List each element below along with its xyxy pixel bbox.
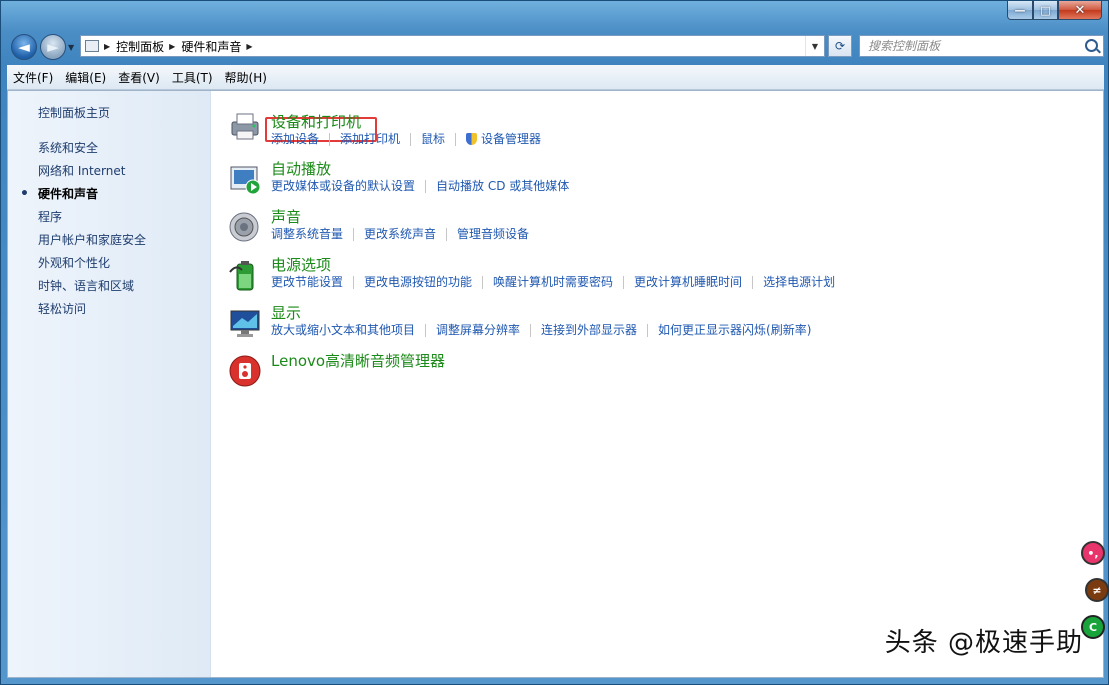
link-change-sounds[interactable]: 更改系统声音 [353,228,446,241]
address-dropdown-icon[interactable]: ▼ [805,36,824,56]
sidebar-item-network[interactable]: 网络和 Internet [38,160,146,183]
sidebar-item-hardware-sound[interactable]: 硬件和声音 [20,183,146,206]
monitor-icon[interactable] [228,306,262,340]
refresh-button[interactable]: ⟳ [828,35,852,57]
uac-shield-icon [466,133,478,145]
breadcrumb-arrow-icon[interactable]: ▶ [246,42,252,51]
category-links: 放大或缩小文本和其他项目 调整屏幕分辨率 连接到外部显示器 如何更正显示器闪烁(… [271,324,821,337]
category-links: 更改媒体或设备的默认设置 自动播放 CD 或其他媒体 [271,180,579,193]
category-title-sound[interactable]: 声音 [271,206,301,227]
link-device-manager-label[interactable]: 设备管理器 [481,132,541,146]
search-icon[interactable] [1085,39,1098,52]
search-box[interactable] [859,35,1104,57]
link-screen-resolution[interactable]: 调整屏幕分辨率 [425,324,530,337]
link-power-saving[interactable]: 更改节能设置 [271,276,353,289]
category-title-display[interactable]: 显示 [271,302,301,323]
link-device-manager[interactable]: 设备管理器 [455,133,551,146]
category-title-power-options[interactable]: 电源选项 [271,254,331,275]
minimize-button[interactable]: — [1007,1,1033,20]
link-refresh-rate[interactable]: 如何更正显示器闪烁(刷新率) [647,324,821,337]
breadcrumb-arrow-icon[interactable]: ▶ [169,42,175,51]
battery-icon[interactable] [228,258,262,292]
category-title-autoplay[interactable]: 自动播放 [271,158,331,179]
floating-button[interactable]: ≠ [1085,578,1109,602]
close-button[interactable]: ✕ [1058,1,1102,20]
control-panel-window: — □ ✕ ◄ ► ▼ ▶ 控制面板 ▶ 硬件和声音 ▶ ▼ ⟳ 文件(F) 编… [0,0,1109,685]
link-wake-password[interactable]: 唤醒计算机时需要密码 [482,276,623,289]
back-button[interactable]: ◄ [11,34,37,60]
category-links: 添加设备 添加打印机 鼠标 设备管理器 [271,133,551,146]
maximize-button[interactable]: □ [1033,1,1058,20]
autoplay-icon[interactable] [228,162,262,196]
menu-file[interactable]: 文件(F) [7,69,59,86]
watermark: 头条 @极速手助 [884,628,1083,658]
search-input[interactable] [866,38,1080,54]
category-title-lenovo-audio[interactable]: Lenovo高清晰音频管理器 [271,350,445,371]
breadcrumb-control-panel[interactable]: 控制面板 [116,38,164,55]
control-panel-icon [85,40,99,52]
category-links: 更改节能设置 更改电源按钮的功能 唤醒计算机时需要密码 更改计算机睡眠时间 选择… [271,276,845,289]
link-power-button[interactable]: 更改电源按钮的功能 [353,276,482,289]
link-manage-audio-devices[interactable]: 管理音频设备 [446,228,539,241]
link-power-plan[interactable]: 选择电源计划 [752,276,845,289]
menu-edit[interactable]: 编辑(E) [59,69,112,86]
audio-manager-icon[interactable] [228,354,262,388]
link-mouse[interactable]: 鼠标 [410,133,455,146]
link-add-printer[interactable]: 添加打印机 [329,133,410,146]
sidebar-item-programs[interactable]: 程序 [38,206,146,229]
speaker-icon[interactable] [228,210,262,244]
content-pane: 控制面板主页 系统和安全 网络和 Internet 硬件和声音 程序 用户帐户和… [7,90,1109,678]
menu-tools[interactable]: 工具(T) [166,69,219,86]
category-title-devices-printers[interactable]: 设备和打印机 [271,111,361,132]
category-links: 调整系统音量 更改系统声音 管理音频设备 [271,228,539,241]
sidebar-item-user-accounts[interactable]: 用户帐户和家庭安全 [38,229,146,252]
link-add-device[interactable]: 添加设备 [271,133,329,146]
breadcrumb-hardware-sound[interactable]: 硬件和声音 [181,38,241,55]
link-text-size[interactable]: 放大或缩小文本和其他项目 [271,324,425,337]
title-bar[interactable]: — □ ✕ [1,1,1108,31]
sidebar-home-link[interactable]: 控制面板主页 [38,104,110,121]
navigation-bar: ◄ ► ▼ ▶ 控制面板 ▶ 硬件和声音 ▶ ▼ ⟳ [7,31,1104,61]
breadcrumb-arrow-icon[interactable]: ▶ [104,42,110,51]
sidebar-item-appearance[interactable]: 外观和个性化 [38,252,146,275]
link-sleep-time[interactable]: 更改计算机睡眠时间 [623,276,752,289]
menu-view[interactable]: 查看(V) [112,69,166,86]
address-bar[interactable]: ▶ 控制面板 ▶ 硬件和声音 ▶ ▼ [80,35,825,57]
link-autoplay-cd[interactable]: 自动播放 CD 或其他媒体 [425,180,579,193]
sidebar-item-clock-region[interactable]: 时钟、语言和区域 [38,275,146,298]
link-change-media-defaults[interactable]: 更改媒体或设备的默认设置 [271,180,425,193]
menu-bar: 文件(F) 编辑(E) 查看(V) 工具(T) 帮助(H) [7,65,1104,90]
link-adjust-volume[interactable]: 调整系统音量 [271,228,353,241]
caption-buttons: — □ ✕ [1007,1,1102,21]
sidebar-item-system-security[interactable]: 系统和安全 [38,137,146,160]
forward-button[interactable]: ► [40,34,66,60]
menu-help[interactable]: 帮助(H) [219,69,273,86]
sidebar-item-ease-of-access[interactable]: 轻松访问 [38,298,146,321]
floating-button[interactable]: •, [1081,541,1105,565]
printer-icon[interactable] [228,109,262,143]
recent-pages-dropdown-icon[interactable]: ▼ [68,43,74,52]
link-external-display[interactable]: 连接到外部显示器 [530,324,647,337]
sidebar: 控制面板主页 系统和安全 网络和 Internet 硬件和声音 程序 用户帐户和… [8,91,211,677]
floating-button[interactable]: C [1081,615,1105,639]
sidebar-list: 系统和安全 网络和 Internet 硬件和声音 程序 用户帐户和家庭安全 外观… [20,137,146,321]
